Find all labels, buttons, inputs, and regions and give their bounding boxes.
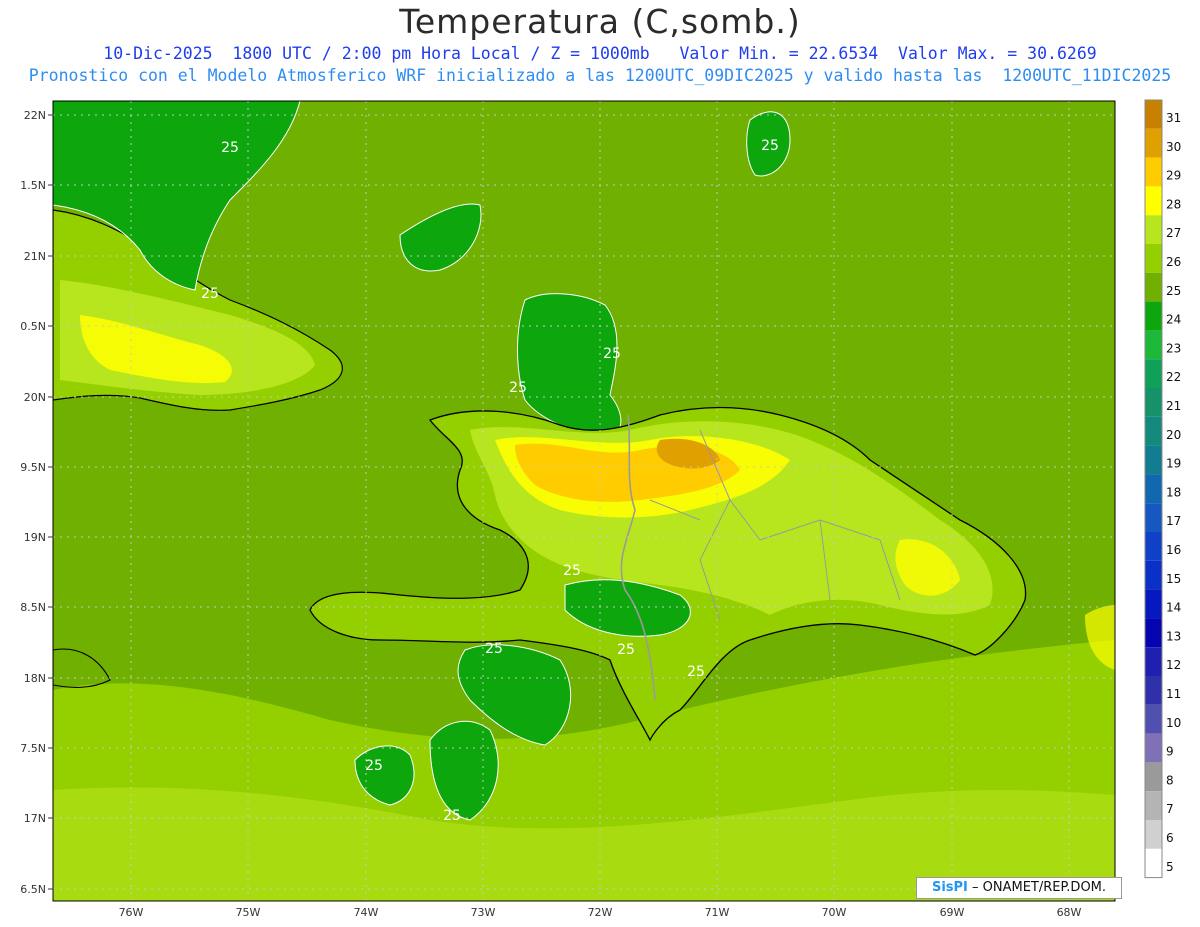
colorbar-label: 24 bbox=[1166, 313, 1181, 327]
colorbar-label: 11 bbox=[1166, 687, 1181, 701]
contour-label: 25 bbox=[563, 563, 581, 579]
colorbar-swatch bbox=[1145, 618, 1162, 648]
lat-tick-label: 19N bbox=[24, 531, 46, 544]
colorbar-swatch bbox=[1145, 704, 1162, 734]
colorbar-label: 14 bbox=[1166, 601, 1181, 615]
colorbar-swatch bbox=[1145, 589, 1162, 619]
lon-tick-label: 72W bbox=[588, 906, 613, 919]
contour-label: 25 bbox=[221, 140, 239, 156]
lat-tick-label: 21N bbox=[24, 250, 46, 263]
plot-area: 25 25 25 25 25 25 25 25 25 25 25 bbox=[53, 101, 1115, 901]
contour-label: 25 bbox=[687, 664, 705, 680]
lon-tick-label: 73W bbox=[471, 906, 496, 919]
lon-tick-label: 69W bbox=[940, 906, 965, 919]
colorbar-swatch bbox=[1145, 416, 1162, 446]
contour-label: 25 bbox=[509, 380, 527, 396]
colorbar-swatch bbox=[1145, 388, 1162, 417]
colorbar-swatch bbox=[1145, 244, 1162, 273]
credit-box: SisPI – ONAMET/REP.DOM. bbox=[916, 877, 1122, 899]
colorbar-swatch bbox=[1145, 215, 1162, 244]
colorbar-swatch bbox=[1145, 820, 1162, 849]
lon-tick-label: 74W bbox=[354, 906, 379, 919]
colorbar-swatch bbox=[1145, 157, 1162, 187]
colorbar-label: 13 bbox=[1166, 629, 1181, 643]
colorbar-label: 27 bbox=[1166, 226, 1181, 240]
colorbar: 31 30 29 28 27 26 25 24 23 22 21 20 19 18 17 16 15 14 13 12… bbox=[1144, 99, 1181, 879]
lat-tick-label: 1.5N bbox=[20, 179, 46, 192]
colorbar-label: 6 bbox=[1166, 831, 1174, 845]
lon-tick-label: 76W bbox=[119, 906, 144, 919]
lat-tick-label: 20N bbox=[24, 391, 46, 404]
colorbar-swatch bbox=[1145, 128, 1162, 158]
colorbar-label: 8 bbox=[1166, 773, 1174, 787]
colorbar-label: 19 bbox=[1166, 457, 1181, 471]
colorbar-label: 5 bbox=[1166, 860, 1174, 874]
lat-tick-label: 0.5N bbox=[20, 320, 46, 333]
lon-tick-label: 75W bbox=[236, 906, 261, 919]
colorbar-label: 18 bbox=[1166, 485, 1181, 499]
colorbar-swatch bbox=[1145, 186, 1162, 216]
credit-brand: SisPI bbox=[931, 880, 968, 895]
lon-tick-label: 68W bbox=[1057, 906, 1082, 919]
colorbar-label: 30 bbox=[1166, 140, 1181, 154]
lat-tick-label: 9.5N bbox=[20, 461, 46, 474]
contour-label: 25 bbox=[761, 138, 779, 154]
colorbar-swatch bbox=[1145, 647, 1162, 676]
colorbar-swatch bbox=[1145, 474, 1162, 504]
colorbar-swatch bbox=[1145, 762, 1162, 792]
contour-label: 25 bbox=[603, 346, 621, 362]
colorbar-label: 7 bbox=[1166, 802, 1174, 816]
contour-label: 25 bbox=[617, 642, 635, 658]
contour-label: 25 bbox=[201, 286, 219, 302]
colorbar-label: 12 bbox=[1166, 658, 1181, 672]
colorbar-swatch bbox=[1145, 733, 1162, 763]
lat-tick-label: 18N bbox=[24, 672, 46, 685]
colorbar-swatch bbox=[1145, 359, 1162, 388]
lon-tick-label: 71W bbox=[705, 906, 730, 919]
colorbar-swatch bbox=[1145, 848, 1162, 878]
contour-label: 25 bbox=[365, 758, 383, 774]
colorbar-label: 9 bbox=[1166, 745, 1174, 759]
colorbar-label: 28 bbox=[1166, 197, 1181, 211]
colorbar-swatch bbox=[1145, 272, 1162, 302]
colorbar-label: 20 bbox=[1166, 428, 1181, 442]
latitude-axis: 22N 1.5N 21N 0.5N 20N 9.5N 19N 8.5N 18N 7.5N 17N 6.… bbox=[20, 109, 53, 896]
lat-tick-label: 7.5N bbox=[20, 742, 46, 755]
colorbar-swatch bbox=[1145, 676, 1162, 705]
credit-text: – ONAMET/REP.DOM. bbox=[967, 880, 1107, 895]
lon-tick-label: 70W bbox=[822, 906, 847, 919]
colorbar-label: 10 bbox=[1166, 716, 1181, 730]
colorbar-swatch bbox=[1145, 445, 1162, 475]
colorbar-label: 25 bbox=[1166, 284, 1181, 298]
longitude-axis: 76W 75W 74W 73W 72W 71W 70W 69W 68W bbox=[119, 906, 1082, 919]
colorbar-label: 23 bbox=[1166, 341, 1181, 355]
colorbar-label: 26 bbox=[1166, 255, 1181, 269]
lat-tick-label: 6.5N bbox=[20, 883, 46, 896]
colorbar-label: 15 bbox=[1166, 572, 1181, 586]
colorbar-swatch bbox=[1145, 100, 1162, 129]
colorbar-swatch bbox=[1145, 560, 1162, 590]
lat-tick-label: 8.5N bbox=[20, 601, 46, 614]
colorbar-swatch bbox=[1145, 532, 1162, 561]
colorbar-label: 31 bbox=[1166, 111, 1181, 125]
colorbar-swatch bbox=[1145, 791, 1162, 820]
colorbar-swatch bbox=[1145, 301, 1162, 331]
colorbar-swatch bbox=[1145, 503, 1162, 532]
contour-label: 25 bbox=[485, 641, 503, 657]
colorbar-label: 16 bbox=[1166, 543, 1181, 557]
colorbar-label: 21 bbox=[1166, 399, 1181, 413]
colorbar-label: 29 bbox=[1166, 169, 1181, 183]
contour-label: 25 bbox=[443, 808, 461, 824]
lat-tick-label: 17N bbox=[24, 812, 46, 825]
colorbar-swatch bbox=[1145, 330, 1162, 360]
colorbar-label: 22 bbox=[1166, 370, 1181, 384]
colorbar-label: 17 bbox=[1166, 514, 1181, 528]
temperature-map: 25 25 25 25 25 25 25 25 25 25 25 22N 1.5N 21N 0.5N 20N… bbox=[20, 99, 1181, 919]
lat-tick-label: 22N bbox=[24, 109, 46, 122]
